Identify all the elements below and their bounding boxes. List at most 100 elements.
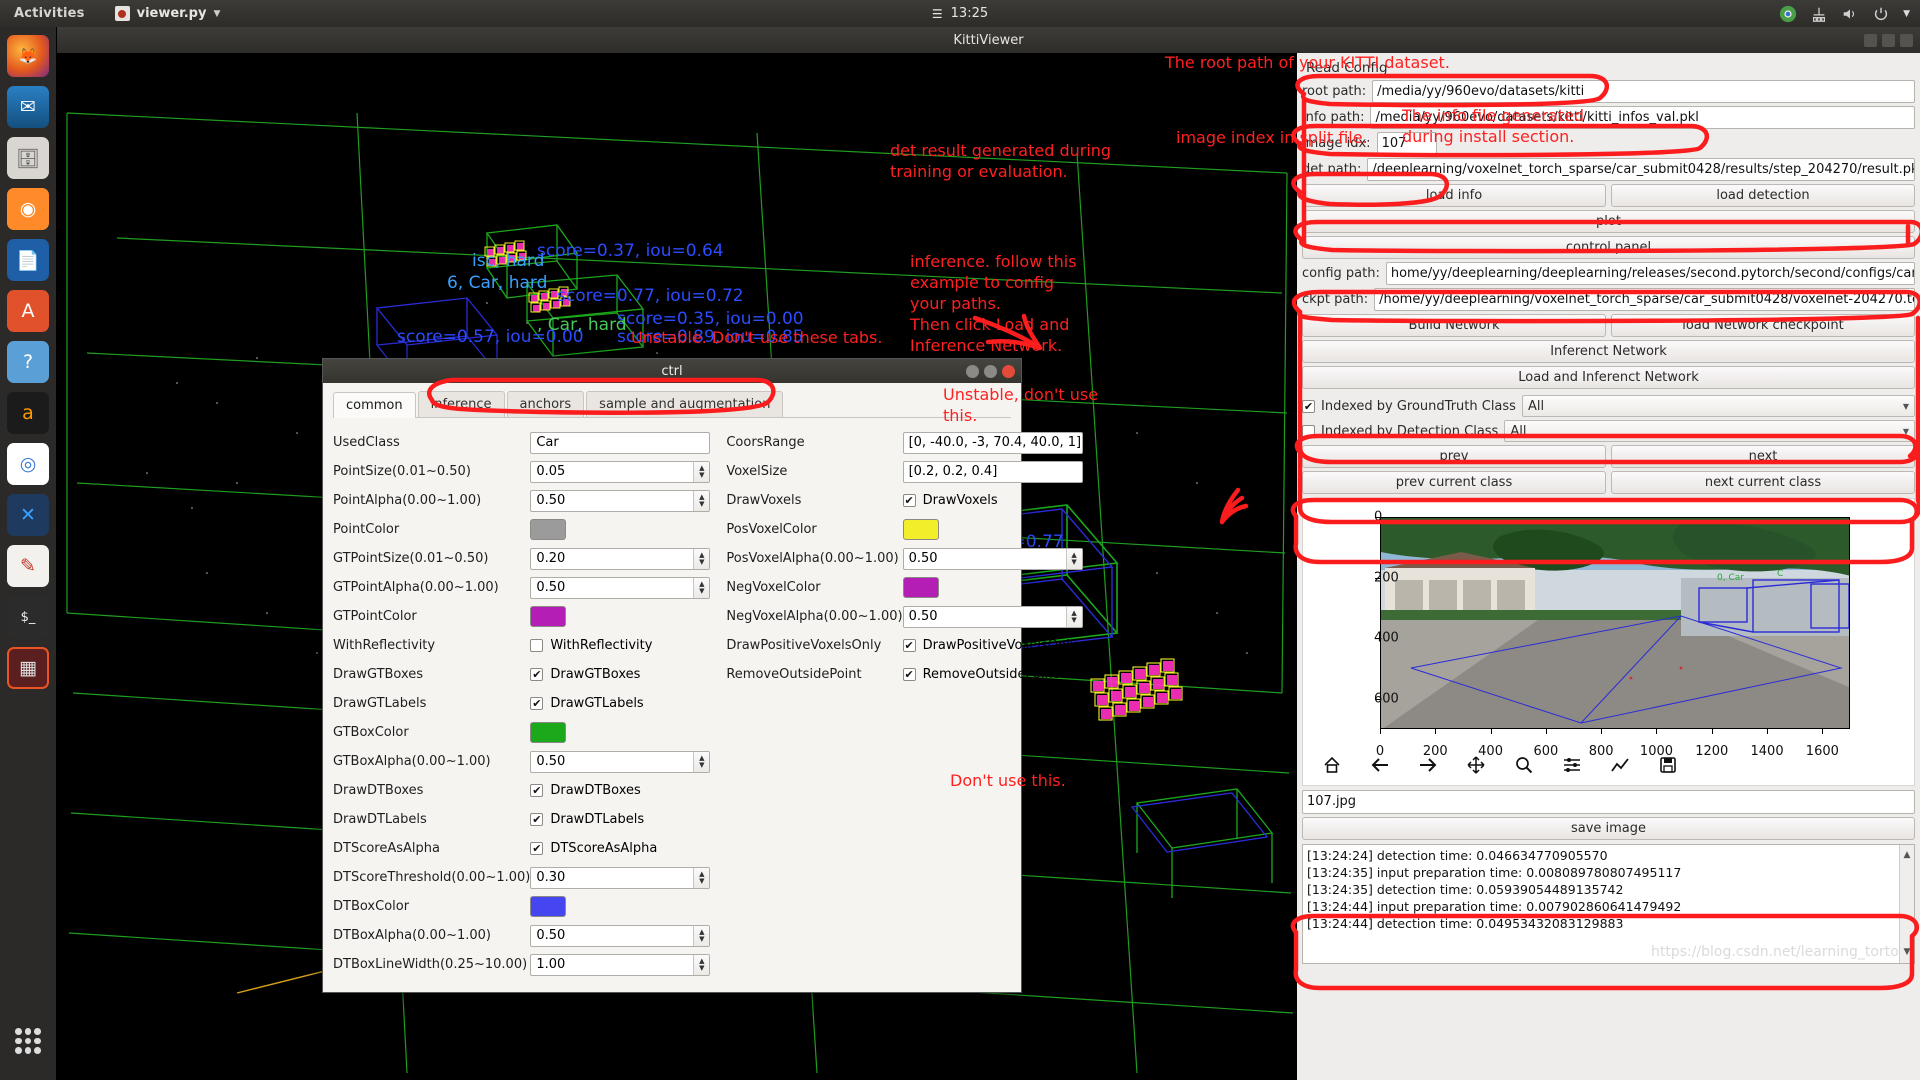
dock-item-text-editor[interactable]: ✎ bbox=[7, 545, 49, 587]
ctrl-window-controls[interactable] bbox=[966, 365, 1015, 378]
dt-class-select[interactable]: All ▼ bbox=[1504, 420, 1915, 442]
chrome-icon[interactable] bbox=[1779, 5, 1797, 23]
build-network-button[interactable]: Build Network bbox=[1302, 314, 1606, 337]
scroll-up-icon[interactable]: ▲ bbox=[1904, 847, 1911, 864]
dock-item-vscode[interactable]: ✕ bbox=[7, 494, 49, 536]
ctrl-color-swatch[interactable] bbox=[530, 722, 566, 743]
minimize-icon[interactable] bbox=[1864, 34, 1877, 47]
ctrl-checkbox[interactable] bbox=[530, 639, 543, 652]
ctrl-dialog[interactable]: ctrl commoninferenceanchorssample and au… bbox=[322, 358, 1022, 993]
ctrl-spinbox-arrows[interactable]: ▲▼ bbox=[693, 578, 709, 598]
ctrl-spinbox-arrows[interactable]: ▲▼ bbox=[693, 491, 709, 511]
ctrl-color-swatch[interactable] bbox=[903, 519, 939, 540]
ctrl-tab-inference[interactable]: inference bbox=[418, 391, 505, 417]
ctrl-spinbox-arrows[interactable]: ▲▼ bbox=[693, 926, 709, 946]
ctrl-spinbox[interactable]: 1.00▲▼ bbox=[530, 954, 710, 976]
ctrl-tab-common[interactable]: common bbox=[333, 392, 416, 418]
plot-toolbar[interactable] bbox=[1303, 745, 1681, 785]
dock-item-amazon[interactable]: a bbox=[7, 392, 49, 434]
ctrl-spinbox-arrows[interactable]: ▲▼ bbox=[693, 549, 709, 569]
dock-item-ubuntu-software[interactable]: A bbox=[7, 290, 49, 332]
dock-item-firefox[interactable]: 🦊 bbox=[7, 35, 49, 77]
ctrl-spinbox-arrows[interactable]: ▲▼ bbox=[693, 462, 709, 482]
ctrl-spinbox[interactable]: 0.30▲▼ bbox=[530, 867, 710, 889]
dock-item-thunderbird[interactable]: ✉ bbox=[7, 86, 49, 128]
volume-icon[interactable] bbox=[1841, 5, 1859, 23]
home-icon[interactable] bbox=[1319, 752, 1345, 778]
maximize-icon[interactable] bbox=[984, 365, 997, 378]
app-menu[interactable]: viewer.py ▼ bbox=[115, 6, 221, 21]
back-arrow-icon[interactable] bbox=[1367, 752, 1393, 778]
window-controls[interactable] bbox=[1864, 34, 1913, 47]
ctrl-color-swatch[interactable] bbox=[903, 577, 939, 598]
next-current-class-button[interactable]: next current class bbox=[1611, 471, 1915, 494]
close-icon[interactable] bbox=[1002, 365, 1015, 378]
show-applications-grid-icon[interactable] bbox=[7, 1020, 49, 1062]
ctrl-color-swatch[interactable] bbox=[530, 606, 566, 627]
system-tray[interactable]: ▼ bbox=[1779, 5, 1910, 23]
ctrl-checkbox[interactable]: ✔ bbox=[903, 494, 916, 507]
ctrl-checkbox[interactable]: ✔ bbox=[903, 668, 916, 681]
scroll-down-icon[interactable]: ▼ bbox=[1904, 944, 1911, 961]
log-console[interactable]: [13:24:24] detection time: 0.04663477090… bbox=[1302, 844, 1915, 964]
plot-button[interactable]: plot bbox=[1302, 210, 1915, 233]
clock-area[interactable]: ☰ 13:25 bbox=[932, 6, 988, 21]
ctrl-checkbox[interactable]: ✔ bbox=[903, 639, 916, 652]
zoom-magnifier-icon[interactable] bbox=[1511, 752, 1537, 778]
dock-item-rhythmbox[interactable]: ◉ bbox=[7, 188, 49, 230]
ctrl-spinbox-arrows[interactable]: ▲▼ bbox=[1066, 549, 1082, 569]
ctrl-text-input[interactable]: [0.2, 0.2, 0.4] bbox=[903, 461, 1083, 483]
save-image-button[interactable]: save image bbox=[1302, 817, 1915, 840]
det-path-input[interactable]: /deeplearning/voxelnet_torch_sparse/car_… bbox=[1367, 158, 1915, 181]
close-icon[interactable] bbox=[1900, 34, 1913, 47]
configure-subplots-icon[interactable] bbox=[1559, 752, 1585, 778]
dock-item-viewer-app[interactable]: ▦ bbox=[7, 647, 49, 689]
maximize-icon[interactable] bbox=[1882, 34, 1895, 47]
ctrl-checkbox[interactable]: ✔ bbox=[530, 813, 543, 826]
save-figure-icon[interactable] bbox=[1655, 752, 1681, 778]
ctrl-spinbox[interactable]: 0.50▲▼ bbox=[530, 577, 710, 599]
gt-class-select[interactable]: All ▼ bbox=[1522, 395, 1915, 417]
ctrl-spinbox[interactable]: 0.50▲▼ bbox=[903, 606, 1083, 628]
control-panel-button[interactable]: control panel bbox=[1302, 236, 1915, 259]
network-icon[interactable] bbox=[1810, 5, 1828, 23]
root-path-input[interactable]: /media/yy/960evo/datasets/kitti bbox=[1372, 80, 1915, 103]
ctrl-color-swatch[interactable] bbox=[530, 896, 566, 917]
save-filename-input[interactable]: 107.jpg bbox=[1302, 790, 1915, 814]
prev-button[interactable]: prev bbox=[1302, 445, 1606, 468]
ctrl-spinbox[interactable]: 0.50▲▼ bbox=[530, 490, 710, 512]
ctrl-spinbox-arrows[interactable]: ▲▼ bbox=[1066, 607, 1082, 627]
power-icon[interactable] bbox=[1872, 5, 1890, 23]
ctrl-tabs[interactable]: commoninferenceanchorssample and augment… bbox=[333, 391, 1011, 418]
ctrl-spinbox-arrows[interactable]: ▲▼ bbox=[693, 752, 709, 772]
gt-class-checkbox[interactable]: ✔ bbox=[1302, 400, 1315, 413]
load-detection-button[interactable]: load detection bbox=[1611, 184, 1915, 207]
ctrl-spinbox[interactable]: 0.20▲▼ bbox=[530, 548, 710, 570]
ctrl-checkbox[interactable]: ✔ bbox=[530, 842, 543, 855]
load-network-checkpoint-button[interactable]: load Network checkpoint bbox=[1611, 314, 1915, 337]
dock-item-libreoffice-writer[interactable]: 📄 bbox=[7, 239, 49, 281]
ctrl-spinbox[interactable]: 0.05▲▼ bbox=[530, 461, 710, 483]
ctrl-checkbox[interactable]: ✔ bbox=[530, 697, 543, 710]
ctrl-spinbox[interactable]: 0.50▲▼ bbox=[903, 548, 1083, 570]
load-and-inference-network-button[interactable]: Load and Inferenct Network bbox=[1302, 366, 1915, 389]
dock-item-chrome[interactable]: ◎ bbox=[7, 443, 49, 485]
dock-item-terminal[interactable]: $_ bbox=[7, 596, 49, 638]
edit-axis-curve-icon[interactable] bbox=[1607, 752, 1633, 778]
ctrl-checkbox[interactable]: ✔ bbox=[530, 784, 543, 797]
ctrl-checkbox[interactable]: ✔ bbox=[530, 668, 543, 681]
caret-down-icon[interactable]: ▼ bbox=[1903, 9, 1910, 19]
dock-item-files[interactable]: 🗄 bbox=[7, 137, 49, 179]
minimize-icon[interactable] bbox=[966, 365, 979, 378]
activities-button[interactable]: Activities bbox=[14, 6, 85, 21]
config-path-input[interactable]: home/yy/deeplearning/deeplearning/releas… bbox=[1386, 262, 1915, 285]
pan-move-icon[interactable] bbox=[1463, 752, 1489, 778]
dt-class-checkbox[interactable] bbox=[1302, 425, 1315, 438]
forward-arrow-icon[interactable] bbox=[1415, 752, 1441, 778]
ctrl-spinbox-arrows[interactable]: ▲▼ bbox=[693, 868, 709, 888]
ckpt-path-input[interactable]: /home/yy/deeplearning/voxelnet_torch_spa… bbox=[1374, 288, 1915, 311]
load-info-button[interactable]: load info bbox=[1302, 184, 1606, 207]
next-button[interactable]: next bbox=[1611, 445, 1915, 468]
ctrl-text-input[interactable]: Car bbox=[530, 432, 710, 454]
ctrl-spinbox[interactable]: 0.50▲▼ bbox=[530, 751, 710, 773]
